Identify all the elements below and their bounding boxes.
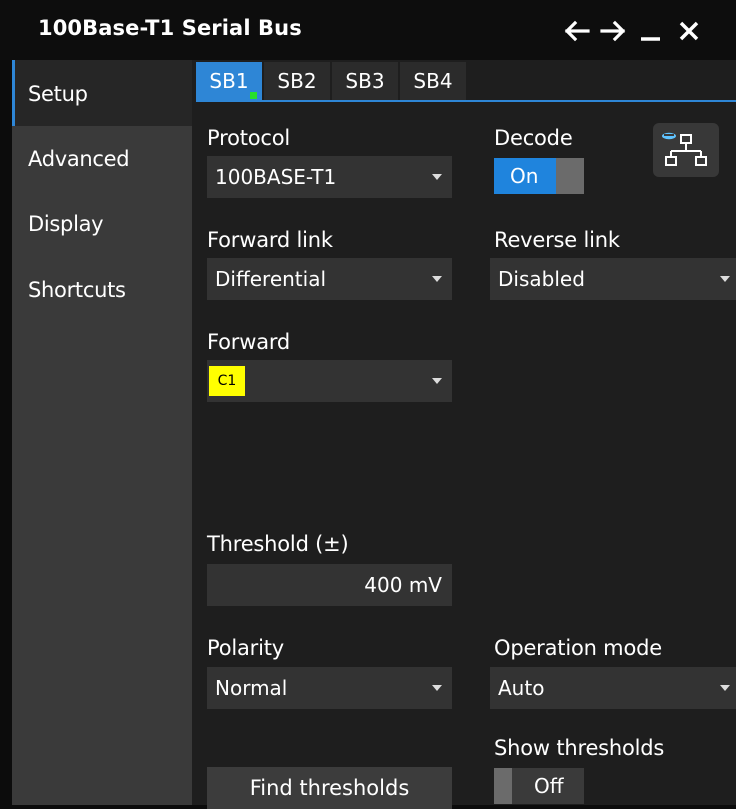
sidebar-item-setup[interactable]: Setup	[12, 60, 192, 126]
show-thresholds-toggle[interactable]: Off	[494, 768, 584, 804]
tab-label: SB4	[413, 69, 453, 93]
find-thresholds-button[interactable]: Find thresholds	[207, 767, 452, 809]
polarity-label: Polarity	[207, 636, 284, 660]
protocol-value: 100BASE-T1	[215, 165, 337, 189]
toggle-knob	[494, 768, 512, 804]
sidebar-item-display[interactable]: Display	[12, 192, 192, 258]
bus-network-icon[interactable]	[653, 123, 719, 177]
toggle-knob	[556, 158, 584, 194]
show-thresholds-label: Show thresholds	[494, 736, 665, 760]
back-arrow-icon[interactable]	[564, 18, 590, 44]
decode-toggle[interactable]: On	[494, 158, 584, 194]
reverse-link-label: Reverse link	[494, 228, 620, 252]
tab-sb2[interactable]: SB2	[264, 62, 330, 100]
forward-link-select[interactable]: Differential	[207, 258, 452, 300]
sidebar-item-label: Advanced	[28, 147, 130, 171]
tab-sb4[interactable]: SB4	[400, 62, 466, 100]
decode-value: On	[510, 164, 539, 188]
sidebar-item-shortcuts[interactable]: Shortcuts	[12, 258, 192, 324]
show-thresholds-value: Off	[534, 774, 564, 798]
forward-label: Forward	[207, 330, 291, 354]
reverse-link-value: Disabled	[498, 267, 585, 291]
threshold-label: Threshold (±)	[207, 532, 349, 556]
chevron-down-icon	[432, 378, 442, 384]
sidebar-item-label: Setup	[28, 82, 88, 106]
chevron-down-icon	[432, 685, 442, 691]
sidebar: Setup Advanced Display Shortcuts	[12, 60, 192, 805]
title-bar: 100Base-T1 Serial Bus	[0, 0, 736, 60]
tab-label: SB1	[209, 69, 249, 93]
chevron-down-icon	[432, 276, 442, 282]
tab-sb3[interactable]: SB3	[332, 62, 398, 100]
protocol-label: Protocol	[207, 126, 291, 150]
operation-mode-select[interactable]: Auto	[490, 667, 736, 709]
forward-source-select[interactable]: C1	[207, 360, 452, 402]
chevron-down-icon	[720, 685, 730, 691]
active-indicator	[250, 92, 257, 99]
sidebar-item-label: Display	[28, 212, 104, 236]
sidebar-item-label: Shortcuts	[28, 278, 126, 302]
forward-link-value: Differential	[215, 267, 327, 291]
polarity-value: Normal	[215, 676, 288, 700]
threshold-input[interactable]: 400 mV	[207, 564, 452, 606]
tab-label: SB3	[345, 69, 385, 93]
active-accent	[12, 60, 15, 126]
chevron-down-icon	[432, 174, 442, 180]
protocol-select[interactable]: 100BASE-T1	[207, 156, 452, 198]
reverse-link-select[interactable]: Disabled	[490, 258, 736, 300]
minimize-icon[interactable]	[638, 18, 664, 44]
channel-chip: C1	[209, 366, 245, 396]
decode-label: Decode	[494, 126, 573, 150]
close-icon[interactable]	[676, 18, 702, 44]
polarity-select[interactable]: Normal	[207, 667, 452, 709]
sidebar-item-advanced[interactable]: Advanced	[12, 126, 192, 192]
forward-link-label: Forward link	[207, 228, 333, 252]
chevron-down-icon	[720, 276, 730, 282]
forward-arrow-icon[interactable]	[600, 18, 626, 44]
window-title: 100Base-T1 Serial Bus	[38, 16, 302, 40]
operation-mode-label: Operation mode	[494, 636, 662, 660]
tab-sb1[interactable]: SB1	[196, 62, 262, 100]
operation-mode-value: Auto	[498, 676, 545, 700]
tab-label: SB2	[277, 69, 317, 93]
tab-bar: SB1 SB2 SB3 SB4	[196, 62, 736, 102]
